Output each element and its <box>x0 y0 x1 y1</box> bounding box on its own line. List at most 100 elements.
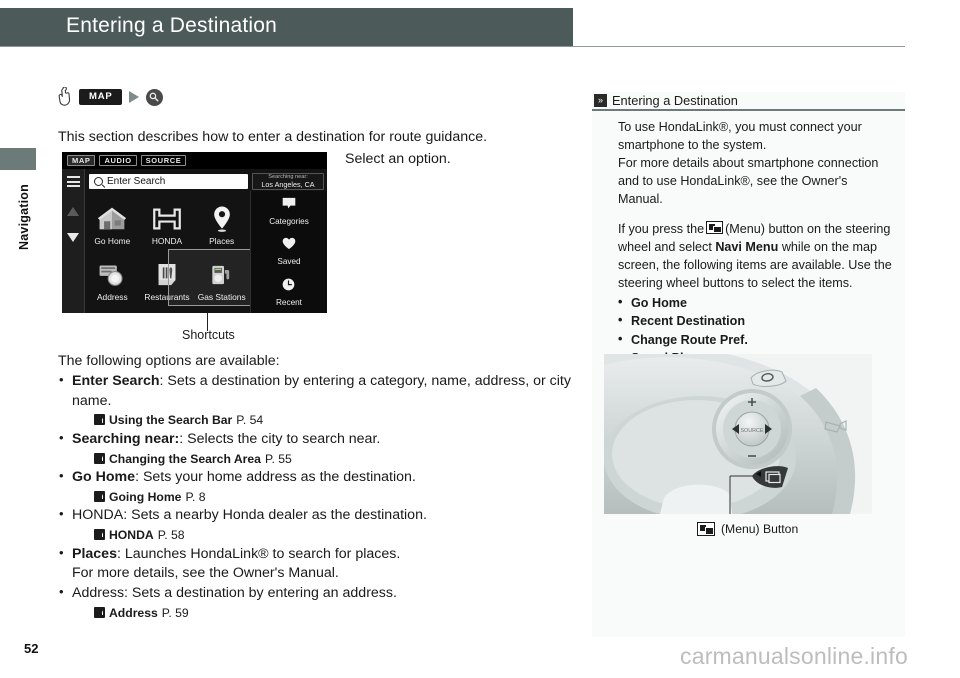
intro-paragraph: This section describes how to enter a de… <box>58 129 488 145</box>
nav-tab-source[interactable]: SOURCE <box>140 154 187 167</box>
nav-search-row: Enter Search Searching near: Los Angeles… <box>85 169 327 190</box>
gas-pump-icon <box>209 258 234 292</box>
cross-reference[interactable]: Going Home P. 8 <box>58 489 583 506</box>
speech-bubble-icon <box>282 197 296 209</box>
nav-tab-map[interactable]: MAP <box>67 154 96 167</box>
jump-arrow-icon <box>94 490 105 502</box>
list-item: Go Home <box>618 293 893 312</box>
arrow-up-icon[interactable] <box>67 206 79 216</box>
option-term: Places <box>72 545 117 562</box>
option-subtext: For more details, see the Owner's Manual… <box>72 564 339 581</box>
hand-pointer-icon <box>58 86 72 107</box>
list-item: Places: Launches HondaLink® to search fo… <box>58 544 583 564</box>
map-button-chip[interactable]: MAP <box>79 89 122 105</box>
option-desc: : Sets a nearby Honda dealer as the dest… <box>123 507 427 524</box>
option-term: Enter Search <box>72 373 160 390</box>
honda-logo-icon <box>150 202 184 236</box>
nav-right-categories[interactable]: Categories <box>269 197 309 226</box>
nav-right-recent[interactable]: Recent <box>276 278 302 307</box>
options-list: The following options are available: Ent… <box>58 352 583 622</box>
xref-title: HONDA <box>109 527 154 542</box>
triangle-right-icon <box>128 91 139 103</box>
sidebar-heading: » Entering a Destination <box>592 92 905 111</box>
option-desc: : Sets a destination by entering an addr… <box>124 585 397 602</box>
nav-tile-go-home[interactable]: Go Home <box>85 193 140 249</box>
options-lead-text: The following options are available: <box>58 353 280 369</box>
shortcuts-callout-label: Shortcuts <box>182 328 235 342</box>
arrow-down-icon[interactable] <box>67 232 79 242</box>
option-desc: : Launches HondaLink® to search for plac… <box>116 545 401 562</box>
sidebar-heading-text: Entering a Destination <box>612 93 738 108</box>
nav-tile-gas-stations[interactable]: Gas Stations <box>194 249 249 305</box>
cross-reference[interactable]: Address P. 59 <box>58 605 583 622</box>
navi-menu-term: Navi Menu <box>715 240 779 255</box>
cross-reference[interactable]: Changing the Search Area P. 55 <box>58 451 583 468</box>
hamburger-menu-icon[interactable] <box>66 176 80 190</box>
option-desc: : Selects the city to search near. <box>179 431 381 448</box>
chapter-tab-label: Navigation <box>17 184 31 250</box>
steering-wheel-figure: SOURCE <box>604 354 872 514</box>
list-item: Recent Destination <box>618 311 893 330</box>
search-placeholder: Enter Search <box>107 176 166 187</box>
house-icon <box>97 202 127 236</box>
nav-screen-body: Enter Search Searching near: Los Angeles… <box>62 169 327 313</box>
nav-tile-address[interactable]: Address <box>85 249 140 305</box>
nav-right-label: Categories <box>269 216 309 226</box>
sidebar-panel: » Entering a Destination To use HondaLin… <box>592 92 905 637</box>
nav-screen-tabbar: MAP AUDIO SOURCE <box>62 152 327 169</box>
breadcrumb: MAP <box>58 86 578 108</box>
navigation-screen-figure: MAP AUDIO SOURCE Enter Search Searching … <box>62 152 327 313</box>
search-input[interactable]: Enter Search <box>89 174 248 189</box>
nav-screen-right-rail: Categories Saved Recent <box>250 191 327 313</box>
nav-tab-audio[interactable]: AUDIO <box>99 154 137 167</box>
sidebar-paragraph-3: If you press the (Menu) button on the ste… <box>618 221 893 293</box>
list-item: Change Route Pref. <box>618 330 893 349</box>
nav-tile-places[interactable]: Places <box>194 193 249 249</box>
xref-title: Changing the Search Area <box>109 451 261 466</box>
select-an-option-callout: Select an option. <box>345 151 451 167</box>
nav-tile-label: Restaurants <box>144 292 190 302</box>
list-item: HONDA: Sets a nearby Honda dealer as the… <box>58 505 583 525</box>
cross-reference[interactable]: HONDA P. 58 <box>58 527 583 544</box>
xref-title: Going Home <box>109 489 182 504</box>
option-term: HONDA <box>72 507 124 524</box>
jump-arrow-icon <box>94 452 105 464</box>
nav-tile-label: Go Home <box>94 236 131 246</box>
magnifier-circle-icon[interactable] <box>145 88 163 106</box>
restaurant-icon <box>156 258 178 292</box>
header-divider <box>0 46 905 47</box>
svg-text:SOURCE: SOURCE <box>740 428 763 434</box>
page-number: 52 <box>24 641 39 656</box>
list-item: Address: Sets a destination by entering … <box>58 583 583 603</box>
option-term: Searching near: <box>72 431 180 448</box>
sidebar-paragraph-1: To use HondaLink®, you must connect your… <box>618 120 862 152</box>
nav-tile-label: HONDA <box>151 236 183 246</box>
nav-tile-label: Address <box>96 292 128 302</box>
page-title: Entering a Destination <box>66 14 278 37</box>
nav-right-label: Recent <box>276 298 302 308</box>
sidebar-paragraph-2: For more details about smartphone connec… <box>618 155 879 206</box>
nav-tile-label: Gas Stations <box>197 292 246 302</box>
xref-title: Address <box>109 605 158 620</box>
jump-arrow-icon <box>94 414 105 426</box>
option-desc: : Sets your home address as the destinat… <box>135 469 416 486</box>
xref-page: P. 59 <box>161 605 189 620</box>
xref-page: P. 8 <box>185 489 206 504</box>
nav-tile-restaurants[interactable]: Restaurants <box>140 249 195 305</box>
site-watermark: carmanualsonline.info <box>680 643 908 669</box>
wheel-figure-caption: (Menu) Button <box>697 522 798 536</box>
menu-button-icon <box>697 522 715 536</box>
nav-right-saved[interactable]: Saved <box>277 237 301 266</box>
jump-arrow-icon <box>94 528 105 540</box>
clock-icon <box>283 278 295 291</box>
nav-tile-honda[interactable]: HONDA <box>140 193 195 249</box>
double-chevron-icon: » <box>594 94 607 107</box>
cross-reference[interactable]: Using the Search Bar P. 54 <box>58 412 583 429</box>
xref-page: P. 55 <box>264 451 292 466</box>
nav-screen-left-rail <box>62 169 85 313</box>
nav-shortcut-grid: Go Home HONDA Places Address Restaurants… <box>85 193 249 305</box>
main-content-column: MAP This section describes how to enter … <box>58 86 578 147</box>
magnifier-icon <box>94 177 103 186</box>
searching-near-button[interactable]: Searching near: Los Angeles, CA <box>252 173 324 190</box>
option-term: Go Home <box>72 469 136 486</box>
